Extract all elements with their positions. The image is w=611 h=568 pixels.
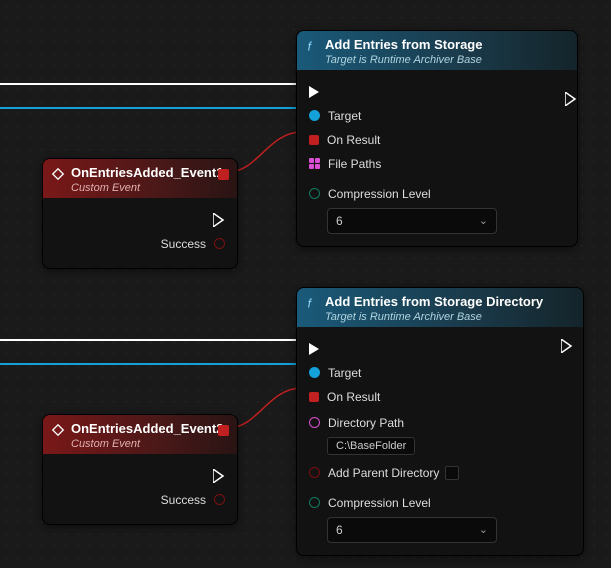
node-title: Add Entries from Storage [325, 37, 482, 54]
pin-label: Success [161, 493, 206, 507]
pin-label: Target [328, 109, 361, 123]
delegate-out-pin[interactable] [218, 169, 229, 180]
pin-target-row: Target [309, 361, 571, 385]
node-body: Success [43, 454, 237, 524]
pin-label: Compression Level [328, 187, 431, 201]
compression-dropdown[interactable]: 6 ⌄ [327, 208, 497, 234]
wire-target-top [0, 104, 300, 112]
pin-filepaths-row: File Paths [309, 152, 565, 176]
node-header[interactable]: f Add Entries from Storage Directory Tar… [297, 288, 583, 327]
pin-exec-row [309, 337, 571, 361]
success-pin[interactable] [214, 238, 225, 249]
svg-text:f: f [308, 39, 313, 53]
pin-label: Target [328, 366, 361, 380]
delegate-out-pin[interactable] [218, 425, 229, 436]
node-subtitle: Target is Runtime Archiver Base [325, 54, 482, 66]
node-body: Target On Result File Paths Compression … [297, 70, 577, 246]
blueprint-canvas[interactable]: f Add Entries from Storage Target is Run… [0, 0, 611, 568]
node-add-entries-storage-directory[interactable]: f Add Entries from Storage Directory Tar… [296, 287, 584, 556]
event-icon [51, 423, 65, 437]
chevron-down-icon: ⌄ [479, 214, 488, 227]
filepaths-pin[interactable] [309, 158, 320, 169]
exec-out-pin[interactable] [213, 469, 225, 483]
compression-dropdown[interactable]: 6 ⌄ [327, 517, 497, 543]
addparent-pin[interactable] [309, 467, 320, 478]
success-pin[interactable] [214, 494, 225, 505]
exec-in-pin[interactable] [309, 343, 319, 355]
target-pin[interactable] [309, 367, 320, 378]
node-header[interactable]: OnEntriesAdded_Event1 Custom Event [43, 159, 237, 198]
addparent-checkbox[interactable] [445, 466, 459, 480]
wire-target-bottom [0, 360, 300, 368]
pin-target-row: Target [309, 104, 565, 128]
node-event2[interactable]: OnEntriesAdded_Event2 Custom Event Succe… [42, 414, 238, 525]
node-subtitle: Custom Event [71, 438, 227, 450]
node-event1[interactable]: OnEntriesAdded_Event1 Custom Event Succe… [42, 158, 238, 269]
node-title: OnEntriesAdded_Event2 [71, 421, 227, 438]
node-title: Add Entries from Storage Directory [325, 294, 543, 311]
event-icon [51, 167, 65, 181]
wire-exec-top [0, 80, 300, 88]
function-icon: f [305, 296, 319, 310]
pin-compression-row: Compression Level 6 ⌄ [309, 182, 565, 234]
node-header[interactable]: f Add Entries from Storage Target is Run… [297, 31, 577, 70]
svg-text:f: f [308, 296, 313, 310]
chevron-down-icon: ⌄ [479, 523, 488, 536]
onresult-pin[interactable] [309, 135, 319, 145]
exec-out-pin[interactable] [557, 86, 567, 98]
target-pin[interactable] [309, 110, 320, 121]
exec-in-pin[interactable] [309, 86, 319, 98]
pin-success-row: Success [55, 488, 225, 512]
pin-label: Add Parent Directory [328, 466, 439, 480]
pin-exec-row [309, 80, 565, 104]
pin-compression-row: Compression Level 6 ⌄ [309, 491, 571, 543]
pin-success-row: Success [55, 232, 225, 256]
dirpath-value: C:\BaseFolder [336, 440, 406, 452]
pin-label: On Result [327, 390, 380, 404]
node-subtitle: Target is Runtime Archiver Base [325, 311, 543, 323]
pin-exec-out-row [55, 464, 225, 488]
pin-label: Compression Level [328, 496, 431, 510]
compression-pin[interactable] [309, 497, 320, 508]
exec-out-pin[interactable] [561, 339, 573, 358]
node-add-entries-storage[interactable]: f Add Entries from Storage Target is Run… [296, 30, 578, 247]
onresult-pin[interactable] [309, 392, 319, 402]
pin-addparent-row: Add Parent Directory [309, 461, 571, 485]
node-body: Target On Result Directory Path C:\BaseF… [297, 327, 583, 555]
pin-label: Directory Path [328, 416, 404, 430]
pin-exec-out-row [55, 208, 225, 232]
dropdown-value: 6 [336, 523, 343, 537]
node-title: OnEntriesAdded_Event1 [71, 165, 227, 182]
dropdown-value: 6 [336, 214, 343, 228]
dirpath-input[interactable]: C:\BaseFolder [327, 437, 415, 455]
node-body: Success [43, 198, 237, 268]
compression-pin[interactable] [309, 188, 320, 199]
pin-label: File Paths [328, 157, 381, 171]
node-subtitle: Custom Event [71, 182, 227, 194]
exec-out-pin[interactable] [213, 213, 225, 227]
function-icon: f [305, 39, 319, 53]
wire-exec-bottom [0, 336, 300, 344]
pin-onresult-row: On Result [309, 385, 571, 409]
node-header[interactable]: OnEntriesAdded_Event2 Custom Event [43, 415, 237, 454]
pin-dirpath-row: Directory Path C:\BaseFolder [309, 411, 571, 455]
pin-label: Success [161, 237, 206, 251]
pin-onresult-row: On Result [309, 128, 565, 152]
pin-label: On Result [327, 133, 380, 147]
dirpath-pin[interactable] [309, 417, 320, 428]
